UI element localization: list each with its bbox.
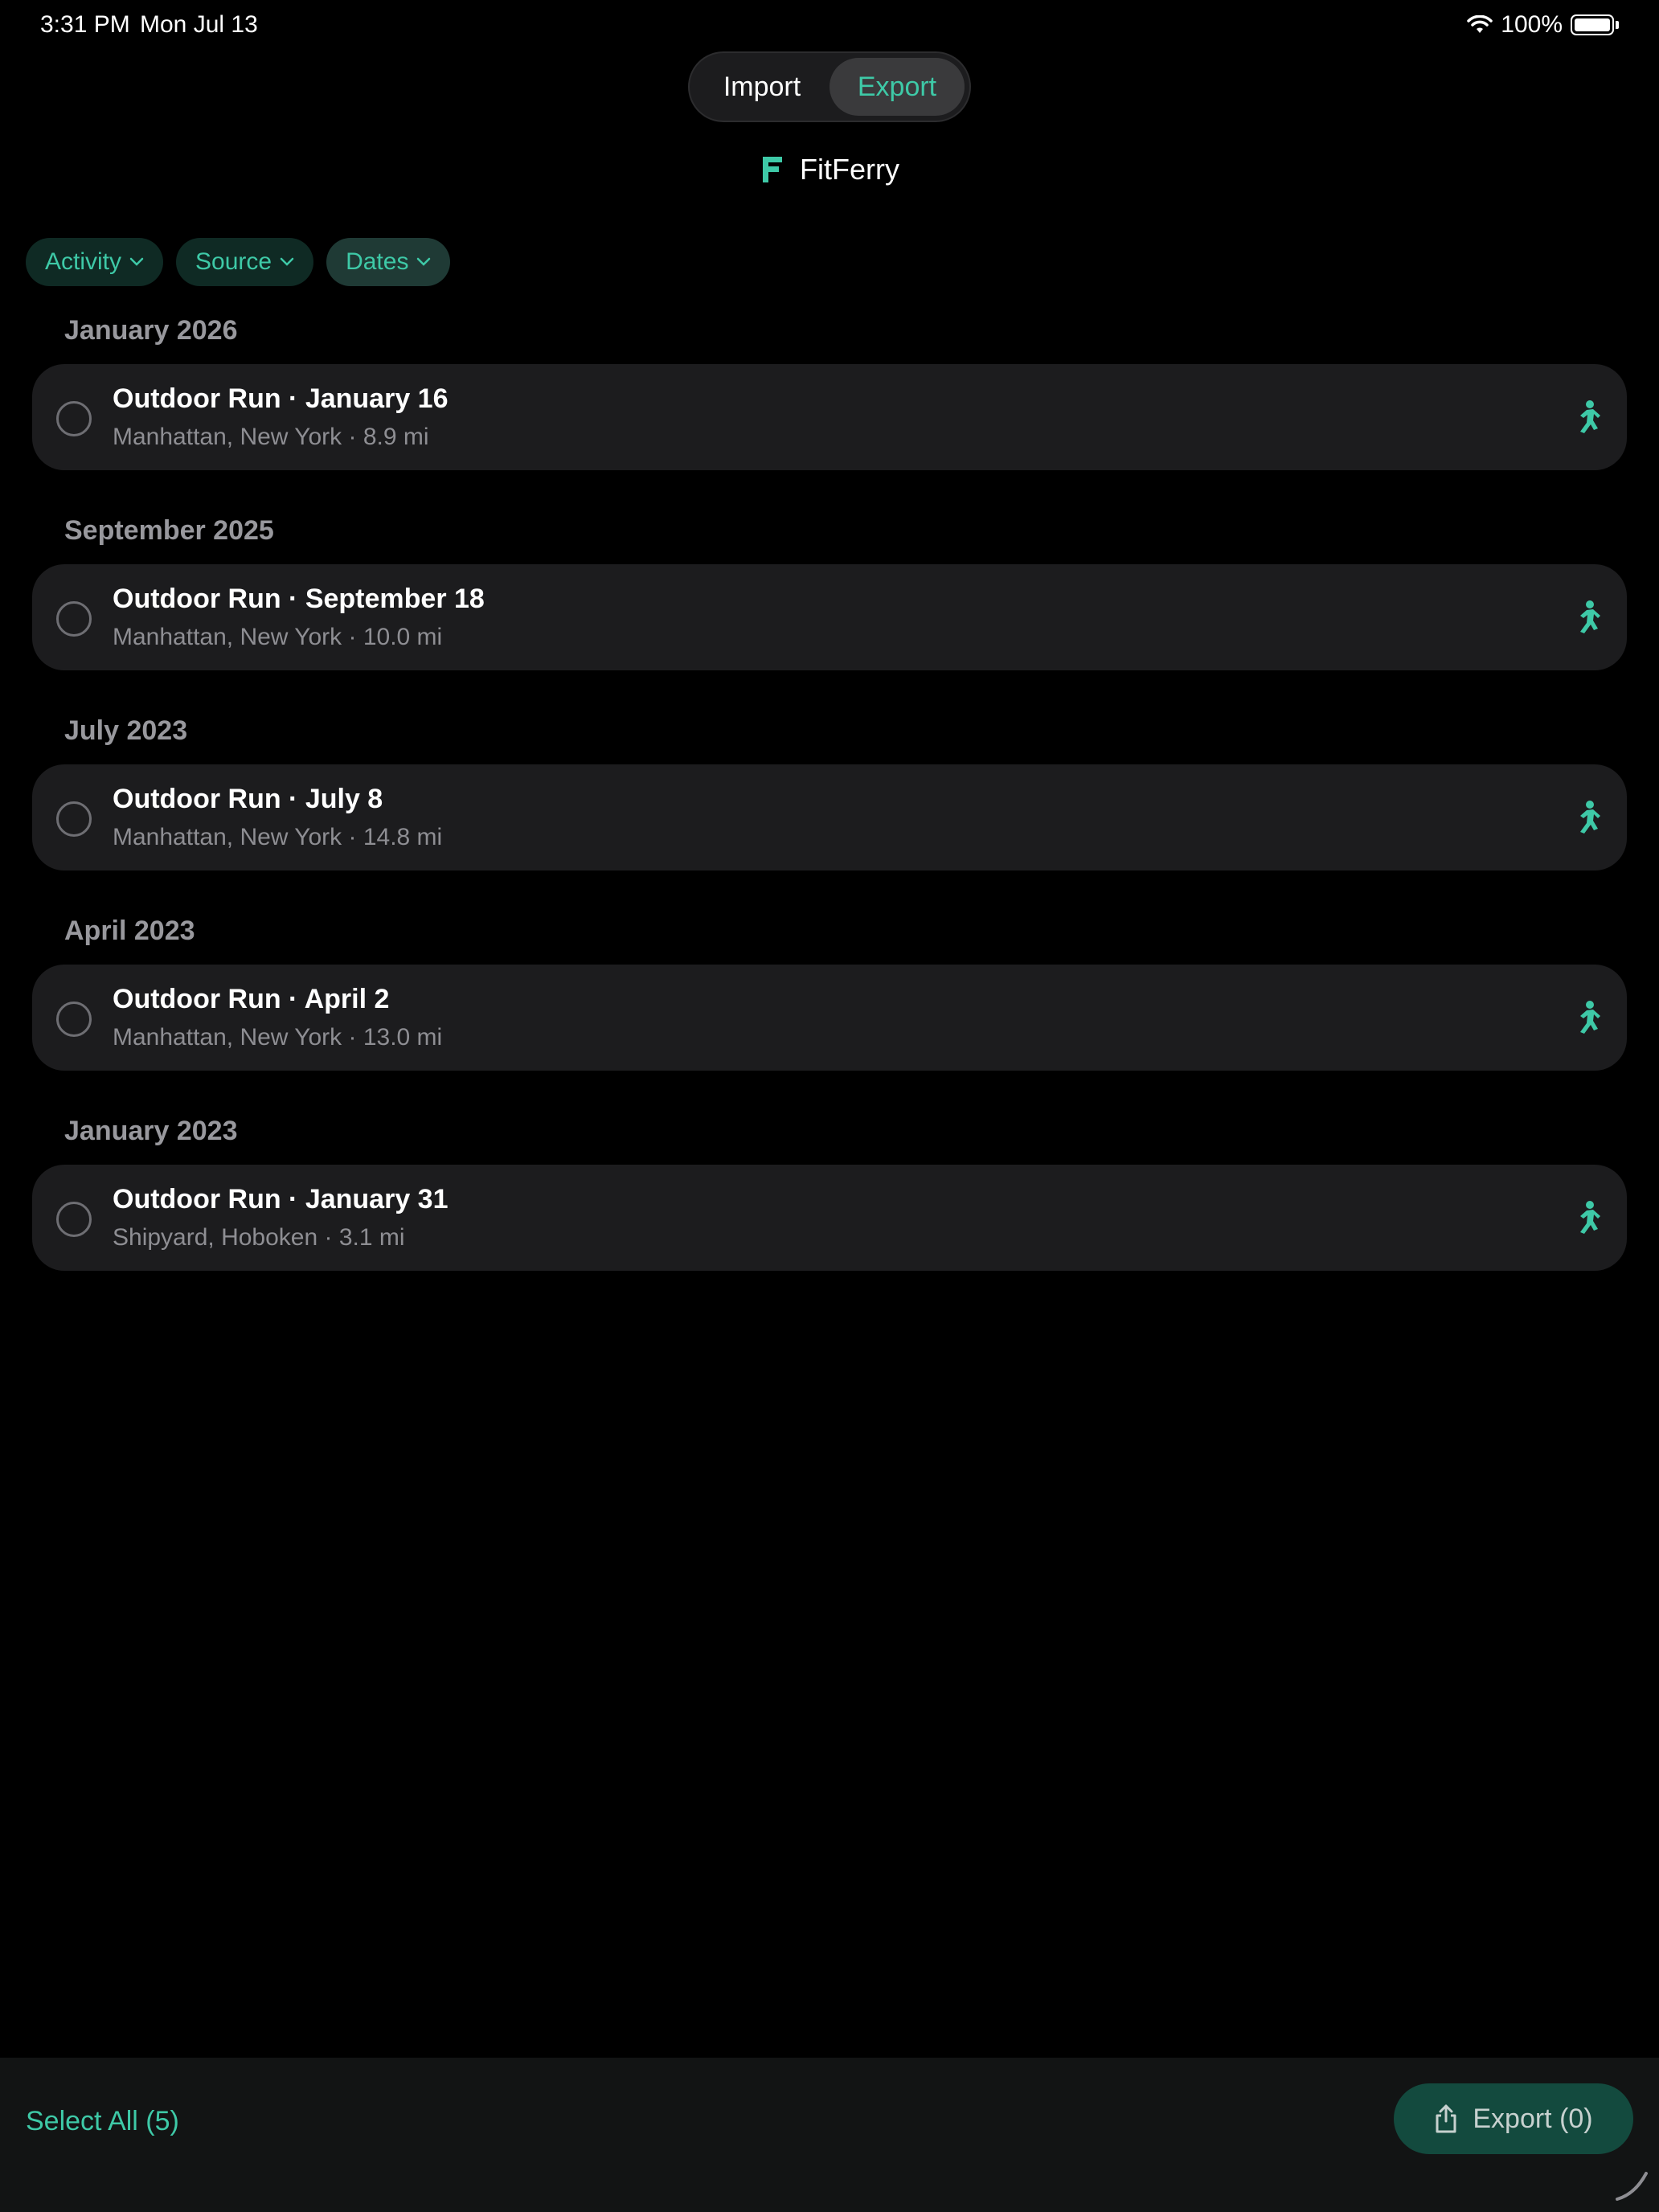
workout-row[interactable]: Outdoor Run · April 2 Manhattan, New Yor…: [32, 965, 1627, 1071]
selection-checkbox[interactable]: [56, 1002, 92, 1037]
workout-subtitle: Manhattan, New York · 14.8 mi: [113, 824, 443, 850]
filter-bar: Activity Source Dates: [26, 238, 451, 286]
workout-subtitle: Manhattan, New York · 10.0 mi: [113, 624, 443, 650]
workout-row[interactable]: Outdoor Run · July 8 Manhattan, New York…: [32, 764, 1627, 870]
import-export-toggle: Import Export: [688, 51, 971, 122]
section-header: September 2025: [64, 515, 274, 546]
workout-title: Outdoor Run · January 16: [113, 383, 449, 414]
tab-import[interactable]: Import: [694, 58, 830, 116]
filter-dates-label: Dates: [346, 248, 409, 275]
section-header: April 2023: [64, 916, 195, 946]
select-all-button[interactable]: Select All (5): [26, 2106, 179, 2137]
resize-handle-icon[interactable]: [1611, 2164, 1651, 2204]
workout-title: Outdoor Run · September 18: [113, 584, 485, 614]
workout-title: Outdoor Run · July 8: [113, 784, 383, 814]
chevron-down-icon: [417, 257, 431, 266]
filter-dates[interactable]: Dates: [326, 238, 451, 286]
share-icon: [1436, 2104, 1456, 2133]
running-figure-icon: [1580, 801, 1600, 834]
battery-cap: [1616, 21, 1619, 29]
app-header: FitFerry: [0, 153, 1659, 186]
workout-subtitle: Manhattan, New York · 8.9 mi: [113, 424, 429, 450]
fitferry-logo-icon: [763, 157, 782, 182]
running-figure-icon: [1580, 400, 1600, 433]
status-bar: 3:31 PM Mon Jul 13 100%: [0, 0, 1659, 51]
workout-subtitle: Shipyard, Hoboken · 3.1 mi: [113, 1224, 405, 1251]
export-button-label: Export (0): [1473, 2103, 1593, 2134]
export-button[interactable]: Export (0): [1394, 2083, 1633, 2154]
selection-checkbox[interactable]: [56, 801, 92, 837]
battery-percent: 100%: [1501, 11, 1563, 38]
workout-subtitle: Manhattan, New York · 13.0 mi: [113, 1024, 443, 1051]
battery-icon: [1571, 14, 1614, 35]
chevron-down-icon: [129, 257, 144, 266]
filter-source[interactable]: Source: [176, 238, 314, 286]
tab-export[interactable]: Export: [830, 58, 965, 116]
running-figure-icon: [1580, 1001, 1600, 1034]
filter-activity[interactable]: Activity: [26, 238, 164, 286]
wifi-icon: [1467, 15, 1493, 33]
running-figure-icon: [1580, 1201, 1600, 1234]
workout-title: Outdoor Run · April 2: [113, 984, 390, 1014]
section-header: January 2026: [64, 315, 238, 346]
section-header: January 2023: [64, 1116, 238, 1146]
filter-activity-label: Activity: [45, 248, 122, 275]
workout-row[interactable]: Outdoor Run · January 31 Shipyard, Hobok…: [32, 1165, 1627, 1271]
section-header: July 2023: [64, 715, 188, 746]
running-figure-icon: [1580, 600, 1600, 633]
status-time: 3:31 PM: [40, 11, 130, 38]
selection-checkbox[interactable]: [56, 601, 92, 637]
status-indicators: 100%: [1467, 11, 1619, 39]
chevron-down-icon: [280, 257, 294, 266]
status-date: Mon Jul 13: [140, 11, 258, 38]
filter-source-label: Source: [195, 248, 272, 275]
workout-row[interactable]: Outdoor Run · September 18 Manhattan, Ne…: [32, 564, 1627, 670]
selection-checkbox[interactable]: [56, 401, 92, 436]
workout-row[interactable]: Outdoor Run · January 16 Manhattan, New …: [32, 364, 1627, 470]
workout-title: Outdoor Run · January 31: [113, 1184, 449, 1215]
app-name: FitFerry: [800, 153, 899, 186]
selection-checkbox[interactable]: [56, 1202, 92, 1237]
bottom-toolbar: Select All (5) Export (0): [0, 2058, 1659, 2212]
